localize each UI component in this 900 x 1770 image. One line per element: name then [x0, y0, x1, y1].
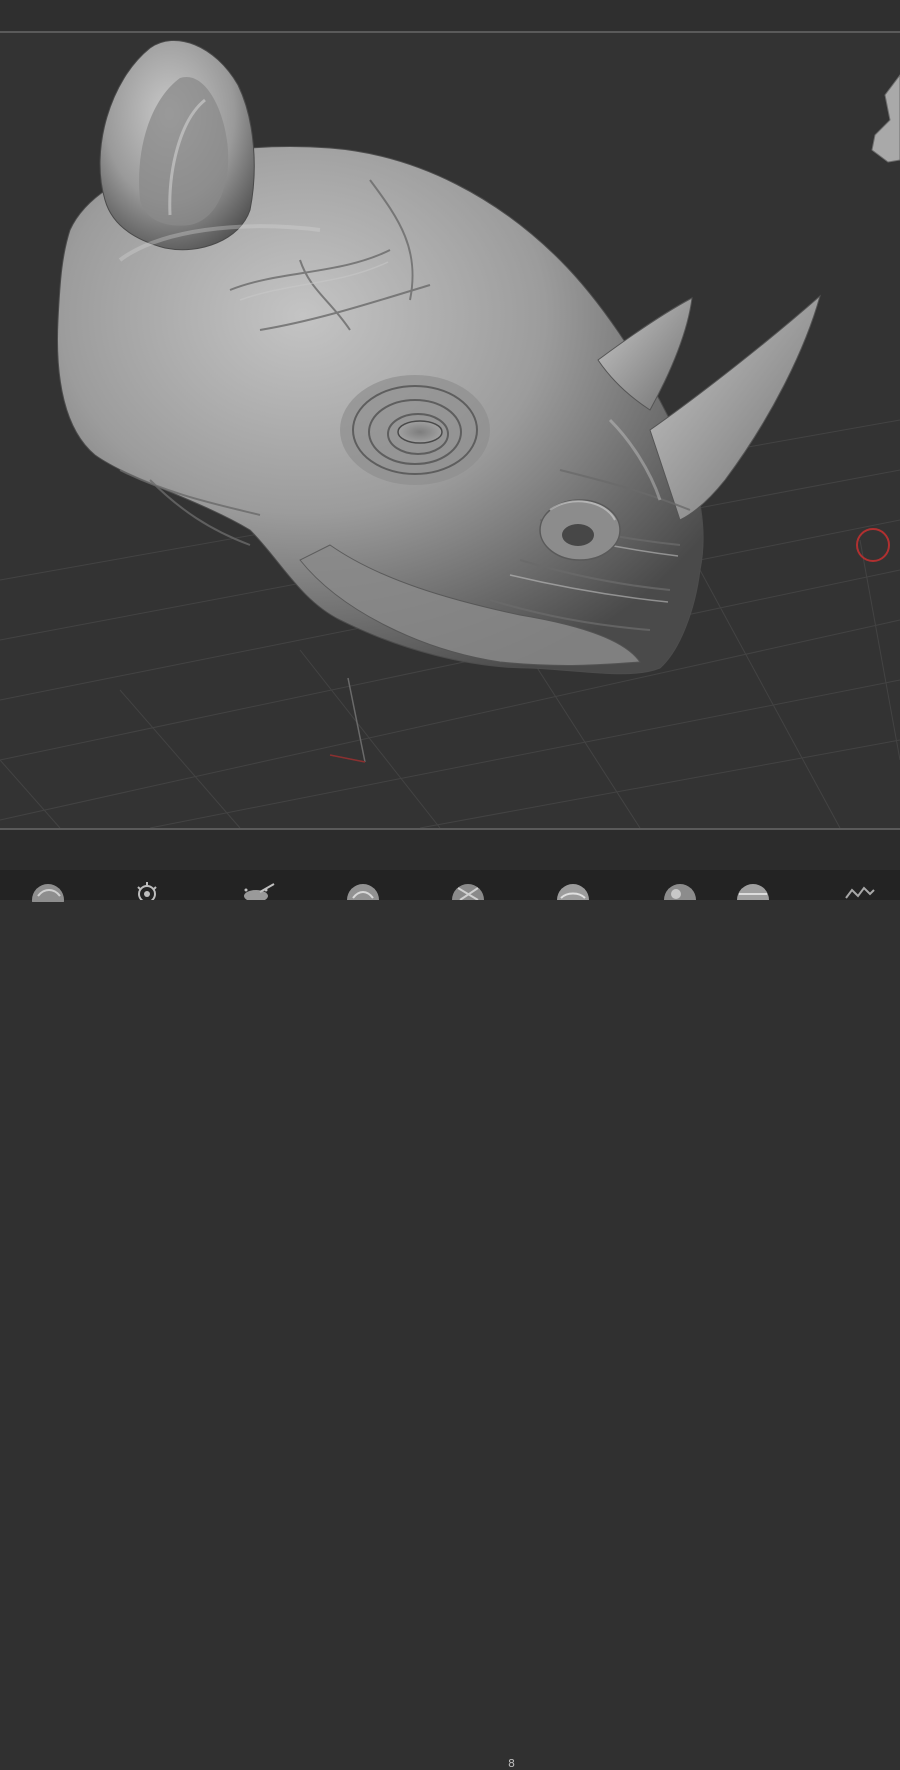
standard-brush-icon[interactable]: [345, 882, 381, 900]
flatten-brush-icon[interactable]: [735, 882, 771, 900]
eye: [397, 420, 443, 444]
clay-brush-icon[interactable]: [30, 882, 66, 902]
brush-cursor-ring: [856, 528, 890, 562]
top-toolbar-strip: [0, 0, 900, 32]
3d-viewport[interactable]: [0, 33, 900, 829]
dam-standard-brush-icon[interactable]: [450, 882, 486, 900]
axis-gizmo: [329, 677, 366, 763]
smooth-brush-icon[interactable]: [555, 882, 591, 900]
brush-shelf: 8: [0, 870, 900, 1769]
rhino-head-model[interactable]: [57, 39, 821, 675]
offscreen-model-fragment: [871, 74, 900, 163]
viewport-bottom-bar: [0, 830, 900, 870]
settings-gear-icon[interactable]: [135, 882, 159, 900]
nostril: [562, 524, 594, 546]
inflate-brush-icon[interactable]: [662, 882, 698, 900]
brush-count-label: 8: [508, 1757, 515, 1770]
viewport-canvas[interactable]: [0, 33, 900, 829]
spray-brush-icon[interactable]: [238, 882, 278, 900]
crease-brush-icon[interactable]: [842, 882, 878, 900]
